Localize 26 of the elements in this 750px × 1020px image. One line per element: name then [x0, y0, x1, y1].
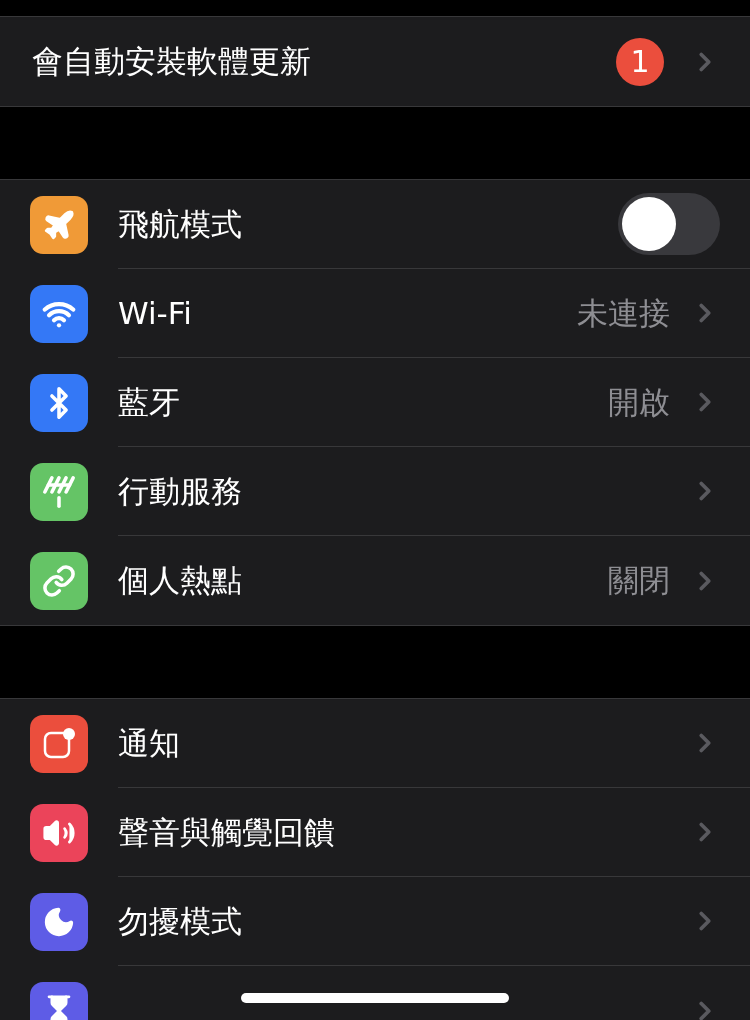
- settings-row[interactable]: 勿擾模式: [0, 877, 750, 966]
- settings-row[interactable]: 個人熱點 關閉: [0, 536, 750, 625]
- row-value: 關閉: [608, 561, 670, 601]
- airplane-icon: [42, 207, 76, 242]
- antenna-icon: [42, 474, 76, 509]
- link-icon: [42, 563, 76, 598]
- row-label: 飛航模式: [118, 204, 243, 244]
- row-value: 開啟: [608, 382, 670, 422]
- notification-icon: [42, 726, 76, 761]
- row-label: 通知: [118, 723, 181, 763]
- count-badge: 1: [616, 37, 664, 86]
- settings-row[interactable]: 飛航模式: [0, 180, 750, 269]
- row-label: Wi-Fi: [118, 293, 193, 333]
- row-label: 行動服務: [118, 471, 243, 511]
- settings-row[interactable]: 藍牙 開啟: [0, 358, 750, 447]
- row-value: 未連接: [577, 293, 670, 333]
- settings-row[interactable]: 行動服務: [0, 447, 750, 536]
- settings-row[interactable]: 會自動安裝軟體更新 1: [0, 17, 750, 106]
- row-label: 個人熱點: [118, 561, 243, 601]
- row-label: 聲音與觸覺回饋: [118, 812, 336, 852]
- settings-row[interactable]: 聲音與觸覺回饋: [0, 788, 750, 877]
- row-label: 會自動安裝軟體更新: [32, 42, 312, 82]
- settings-row[interactable]: Wi-Fi 未連接: [0, 269, 750, 358]
- row-label: 藍牙: [118, 382, 181, 422]
- row-label: 勿擾模式: [118, 901, 243, 941]
- settings-row[interactable]: 通知: [0, 699, 750, 788]
